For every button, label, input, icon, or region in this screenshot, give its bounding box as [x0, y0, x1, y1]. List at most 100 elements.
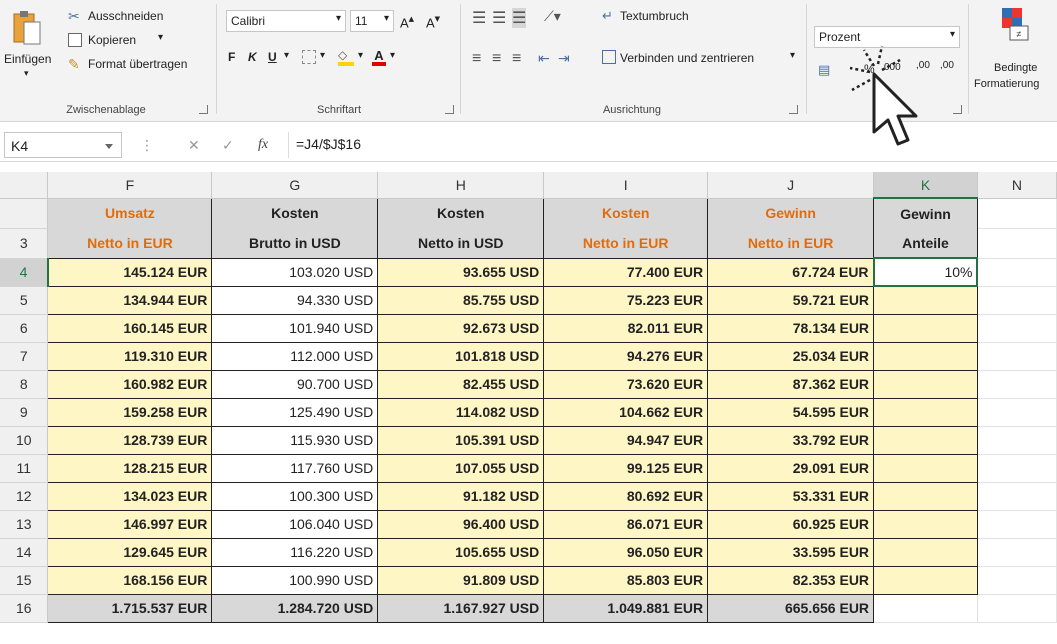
merge-dropdown-icon[interactable]: ▾ — [790, 50, 795, 61]
cell-f13[interactable]: 146.997 EUR — [47, 509, 213, 539]
cell-f10[interactable]: 128.739 EUR — [47, 425, 213, 455]
row-header-4[interactable]: 4 — [0, 258, 49, 287]
border-dropdown-icon[interactable]: ▾ — [320, 50, 325, 61]
column-header-h[interactable]: H — [377, 172, 545, 199]
cell-f12[interactable]: 134.023 EUR — [47, 481, 213, 511]
font-launcher-icon[interactable] — [445, 105, 454, 114]
fill-dropdown-icon[interactable]: ▾ — [358, 50, 363, 61]
cell-j7[interactable]: 25.034 EUR — [707, 341, 875, 371]
align-left-icon[interactable]: ≡ — [472, 50, 481, 68]
cell-f6[interactable]: 160.145 EUR — [47, 313, 213, 343]
cell-n12[interactable] — [977, 482, 1057, 511]
row-header-13[interactable]: 13 — [0, 510, 49, 539]
row-header-14[interactable]: 14 — [0, 538, 49, 567]
cell-n9[interactable] — [977, 398, 1057, 427]
cell-k7[interactable] — [873, 341, 978, 371]
cell-k10[interactable] — [873, 425, 978, 455]
cell-f15[interactable]: 168.156 EUR — [47, 565, 213, 595]
alignment-launcher-icon[interactable] — [789, 105, 798, 114]
cell-i15[interactable]: 85.803 EUR — [543, 565, 709, 595]
cell-j10[interactable]: 33.792 EUR — [707, 425, 875, 455]
shrink-font-icon[interactable]: A▾ — [426, 12, 440, 30]
cell-i8[interactable]: 73.620 EUR — [543, 369, 709, 399]
cell-h8[interactable]: 82.455 USD — [377, 369, 545, 399]
font-color-dropdown-icon[interactable]: ▾ — [390, 50, 395, 61]
align-top-icon[interactable]: ☰ — [472, 8, 486, 28]
cell-j11[interactable]: 29.091 EUR — [707, 453, 875, 483]
header-bottom-h[interactable]: Netto in USD — [377, 228, 545, 259]
font-color-icon[interactable]: A — [372, 48, 386, 66]
cell-j9[interactable]: 54.595 EUR — [707, 397, 875, 427]
column-header-g[interactable]: G — [211, 172, 379, 199]
cell-j5[interactable]: 59.721 EUR — [707, 285, 875, 315]
cell-k4[interactable]: 10% — [872, 257, 979, 287]
cell-h11[interactable]: 107.055 USD — [377, 453, 545, 483]
cell-i7[interactable]: 94.276 EUR — [543, 341, 709, 371]
cell-f5[interactable]: 134.944 EUR — [47, 285, 213, 315]
empty-cell[interactable] — [977, 228, 1057, 259]
row-header-12[interactable]: 12 — [0, 482, 49, 511]
empty-cell[interactable] — [977, 198, 1057, 229]
column-header-f[interactable]: F — [47, 172, 213, 199]
cell-g12[interactable]: 100.300 USD — [211, 481, 379, 511]
header-top-i[interactable]: Kosten — [543, 197, 709, 228]
cell-j8[interactable]: 87.362 EUR — [707, 369, 875, 399]
row-header-9[interactable]: 9 — [0, 398, 49, 427]
cell-g14[interactable]: 116.220 USD — [211, 537, 379, 567]
cell-j15[interactable]: 82.353 EUR — [707, 565, 875, 595]
cell-g15[interactable]: 100.990 USD — [211, 565, 379, 595]
merge-center-button[interactable]: Verbinden und zentrieren — [620, 51, 754, 65]
font-name-select[interactable]: Calibri ▾ — [226, 10, 346, 32]
cell-h5[interactable]: 85.755 USD — [377, 285, 545, 315]
cell-i10[interactable]: 94.947 EUR — [543, 425, 709, 455]
cell-h7[interactable]: 101.818 USD — [377, 341, 545, 371]
cell-g5[interactable]: 94.330 USD — [211, 285, 379, 315]
cell-j13[interactable]: 60.925 EUR — [707, 509, 875, 539]
cell-i16[interactable]: 1.049.881 EUR — [543, 593, 709, 623]
cell-h4[interactable]: 93.655 USD — [377, 257, 545, 287]
name-box[interactable]: K4 — [4, 132, 122, 158]
cell-j4[interactable]: 67.724 EUR — [707, 257, 875, 287]
row-header-10[interactable]: 10 — [0, 426, 49, 455]
cell-n5[interactable] — [977, 286, 1057, 315]
cell-g9[interactable]: 125.490 USD — [211, 397, 379, 427]
paste-dropdown-icon[interactable]: ▾ — [24, 68, 29, 79]
cell-j6[interactable]: 78.134 EUR — [707, 313, 875, 343]
increase-indent-icon[interactable]: ⇥ — [558, 50, 570, 67]
cancel-icon[interactable]: ✕ — [188, 137, 200, 154]
cell-i13[interactable]: 86.071 EUR — [543, 509, 709, 539]
cell-k12[interactable] — [873, 481, 978, 511]
cell-f4[interactable]: 145.124 EUR — [47, 257, 213, 287]
conditional-formatting-button[interactable]: ≠ Bedingte Formatierung — [970, 4, 1057, 94]
bold-button[interactable]: F — [228, 50, 235, 64]
row-header-5[interactable]: 5 — [0, 286, 49, 315]
cell-i6[interactable]: 82.011 EUR — [543, 313, 709, 343]
cell-f16[interactable]: 1.715.537 EUR — [47, 593, 213, 623]
cell-g13[interactable]: 106.040 USD — [211, 509, 379, 539]
header-top-g[interactable]: Kosten — [211, 197, 379, 228]
cell-i11[interactable]: 99.125 EUR — [543, 453, 709, 483]
cell-g4[interactable]: 103.020 USD — [211, 257, 379, 287]
column-header-i[interactable]: I — [543, 172, 709, 199]
cell-j16[interactable]: 665.656 EUR — [707, 593, 875, 623]
cell-h9[interactable]: 114.082 USD — [377, 397, 545, 427]
cell-g11[interactable]: 117.760 USD — [211, 453, 379, 483]
header-top-h[interactable]: Kosten — [377, 197, 545, 228]
cell-g16[interactable]: 1.284.720 USD — [211, 593, 379, 623]
cell-n10[interactable] — [977, 426, 1057, 455]
cell-f14[interactable]: 129.645 EUR — [47, 537, 213, 567]
cell-i12[interactable]: 80.692 EUR — [543, 481, 709, 511]
wrap-text-button[interactable]: Textumbruch — [620, 9, 689, 23]
paste-button[interactable]: Einfügen ▾ — [4, 6, 60, 92]
cell-g8[interactable]: 90.700 USD — [211, 369, 379, 399]
cell-i5[interactable]: 75.223 EUR — [543, 285, 709, 315]
underline-button[interactable]: U — [268, 50, 277, 64]
cut-button[interactable]: ✂ Ausschneiden — [68, 8, 208, 28]
align-center-icon[interactable]: ≡ — [492, 50, 501, 68]
header-bottom-k[interactable]: Anteile — [873, 228, 978, 259]
row-header-11[interactable]: 11 — [0, 454, 49, 483]
cell-n4[interactable] — [977, 258, 1057, 287]
row-header-6[interactable]: 6 — [0, 314, 49, 343]
cell-h10[interactable]: 105.391 USD — [377, 425, 545, 455]
cell-k16[interactable] — [873, 594, 978, 623]
